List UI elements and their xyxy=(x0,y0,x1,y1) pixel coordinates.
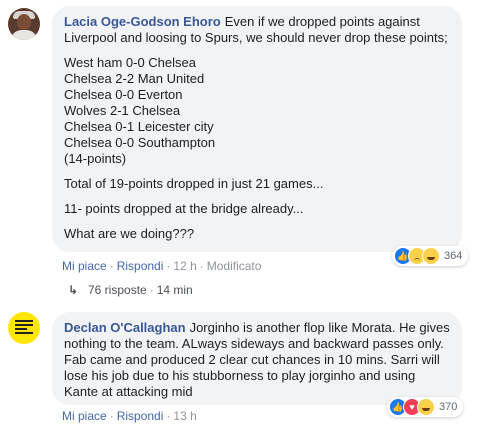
logo-line xyxy=(15,320,33,322)
avatar-lacia[interactable] xyxy=(8,8,40,40)
comment-author[interactable]: Declan O'Callaghan xyxy=(64,320,186,335)
logo-line xyxy=(15,332,33,334)
like-link[interactable]: Mi piace xyxy=(62,409,107,423)
logo-line xyxy=(15,324,33,326)
reaction-count: 364 xyxy=(444,250,463,262)
reply-arrow-icon: ↳ xyxy=(68,283,79,297)
like-link[interactable]: Mi piace xyxy=(62,259,107,273)
result-line: Chelsea 0-0 Everton xyxy=(64,87,183,102)
comment-actions: Mi piace · Rispondi · 12 h · Modificato xyxy=(62,259,262,273)
comment-body: Declan O'Callaghan Jorginho is another fl… xyxy=(64,320,450,400)
comment-intro: Lacia Oge-Godson Ehoro Even if we dropped… xyxy=(64,14,450,46)
result-line: Wolves 2-1 Chelsea xyxy=(64,103,181,118)
result-line: Chelsea 0-1 Leicester city xyxy=(64,119,214,134)
view-replies[interactable]: ↳ 76 risposte · 14 min xyxy=(68,283,193,297)
edited-label[interactable]: Modificato xyxy=(207,259,262,273)
haha-icon xyxy=(417,398,435,416)
timestamp[interactable]: 12 h xyxy=(173,259,196,273)
avatar-shirt-shape xyxy=(10,30,38,40)
haha-icon xyxy=(422,247,440,265)
reactions-summary[interactable]: 👍 364 xyxy=(392,246,469,266)
bridge-line: 11- points dropped at the bridge already… xyxy=(64,201,304,216)
result-line: Chelsea 2-2 Man United xyxy=(64,71,205,86)
logo-line xyxy=(15,328,27,330)
points-line: (14-points) xyxy=(64,151,127,166)
replies-count[interactable]: 76 risposte xyxy=(88,283,147,297)
replies-time: 14 min xyxy=(156,283,193,297)
comment-actions: Mi piace · Rispondi · 13 h xyxy=(62,409,197,423)
results-list: West ham 0-0 Chelsea Chelsea 2-2 Man Uni… xyxy=(64,55,450,167)
avatar-declan[interactable] xyxy=(8,312,40,344)
reply-link[interactable]: Rispondi xyxy=(117,409,164,423)
reaction-count: 370 xyxy=(439,401,458,413)
reactions-summary[interactable]: 👍 ♥ 370 xyxy=(387,397,464,417)
comment-author[interactable]: Lacia Oge-Godson Ehoro xyxy=(64,14,221,29)
total-line: Total of 19-points dropped in just 21 ga… xyxy=(64,176,324,191)
avatar-face-shape xyxy=(17,14,31,30)
result-line: Chelsea 0-0 Southampton xyxy=(64,135,216,150)
comment-bubble: Declan O'Callaghan Jorginho is another fl… xyxy=(52,312,462,405)
question-line: What are we doing??? xyxy=(64,226,195,241)
reply-link[interactable]: Rispondi xyxy=(117,259,164,273)
timestamp[interactable]: 13 h xyxy=(173,409,196,423)
result-line: West ham 0-0 Chelsea xyxy=(64,55,196,70)
comment-bubble: Lacia Oge-Godson Ehoro Even if we dropped… xyxy=(52,6,462,252)
